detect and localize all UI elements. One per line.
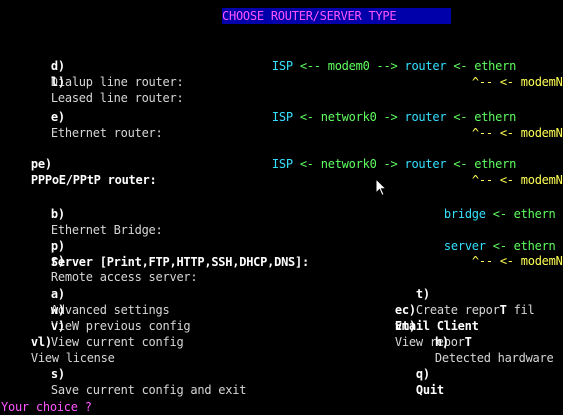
save-key: s) <box>50 367 65 381</box>
remote-tail: <- modemN <box>499 254 563 268</box>
ethernet-link: <- network0 -> <box>299 110 398 124</box>
menu-quit[interactable]: q) Quit <box>388 350 444 397</box>
bridge-tail: <- ethern <box>492 207 556 221</box>
ethernet-diagram-modem: ^-- <- modemN <box>444 109 563 140</box>
pppoe-diagram: ISP <- network0 -> router <- ethern <box>244 140 516 171</box>
pppoe-isp: ISP <box>271 157 293 171</box>
ethernet-router: router <box>404 110 447 124</box>
option-pppoe-router[interactable]: pe) PPPoE/PPtP router: <box>3 140 157 187</box>
pppoe-tail2: <- modemN <box>499 173 563 187</box>
quit-label: Quit <box>415 383 444 397</box>
leased-diagram: ^-- <- modemN <box>444 58 563 89</box>
option-ethernet-router[interactable]: e) Ethernet router: <box>23 93 163 140</box>
dialup-link: <-- modem0 --> <box>299 59 398 73</box>
quit-key: q) <box>415 367 430 381</box>
ethernet-diagram: ISP <- network0 -> router <- ethern <box>244 93 516 124</box>
option-leased-key: l) <box>50 75 65 89</box>
hardware-label: Detected hardware <box>434 351 554 365</box>
pppoe-router: router <box>404 157 447 171</box>
pppoe-caret: ^-- <box>471 173 493 187</box>
choice-prompt[interactable]: Your choice ? <box>1 399 92 415</box>
option-dialup-label: Dialup line router: <box>50 75 184 89</box>
dialup-isp: ISP <box>271 59 293 73</box>
bridge-diagram: bridge <- ethern <box>416 190 556 221</box>
option-remote-access[interactable]: r) Remote access server: <box>23 237 198 284</box>
option-remote-key: r) <box>50 254 65 268</box>
dialup-router: router <box>404 59 447 73</box>
option-server[interactable]: p) Server [Print,FTP,HTTP,SSH,DHCP,DNS]: <box>23 222 309 269</box>
leased-caret: ^-- <box>471 75 493 89</box>
pppoe-link: <- network0 -> <box>299 157 398 171</box>
menu-detected-hardware[interactable]: h) Detected hardware <box>407 318 554 365</box>
server-diagram: server <- ethern <box>416 222 556 253</box>
ethernet-caret: ^-- <box>471 126 493 140</box>
view-cur-label: View current config <box>50 335 184 349</box>
menu-view-report[interactable]: vt) View reporT <box>367 302 472 349</box>
option-ethernet-key: e) <box>50 110 65 124</box>
menu-create-report[interactable]: t) Create reporT fil <box>388 270 535 317</box>
menu-email-client[interactable]: ec) Email Client <box>367 286 479 333</box>
option-ethernet-bridge[interactable]: b) Ethernet Bridge: <box>23 190 163 237</box>
remote-diagram: ^-- <- modemN <box>444 237 563 268</box>
menu-view-previous[interactable]: w) VieW previous config <box>23 286 191 333</box>
save-label: Save current config and exit <box>50 383 247 397</box>
screen-title: CHOOSE ROUTER/SERVER TYPE <box>222 8 451 24</box>
option-server-label: Server [Print,FTP,HTTP,SSH,DHCP,DNS]: <box>50 255 309 269</box>
menu-view-current[interactable]: v) View current config <box>23 302 184 349</box>
option-dialup-router[interactable]: d) Dialup line router: <box>23 42 184 89</box>
option-pppoe-key: pe) <box>30 157 52 171</box>
bridge-node: bridge <box>443 207 486 221</box>
ethernet-isp: ISP <box>271 110 293 124</box>
pppoe-diagram-modem: ^-- <- modemN <box>444 156 563 187</box>
license-key: vl) <box>30 335 52 349</box>
menu-save-exit[interactable]: s) Save current config and exit <box>23 350 247 397</box>
ethernet-tail2: <- modemN <box>499 126 563 140</box>
terminal-screen: CHOOSE ROUTER/SERVER TYPE d) Dialup line… <box>0 0 563 415</box>
hardware-key: h) <box>434 335 449 349</box>
dialup-diagram: ISP <-- modem0 --> router <- ethern <box>244 42 516 73</box>
option-leased-router[interactable]: l) Leased line router: <box>23 58 184 105</box>
option-ethernet-label: Ethernet router: <box>50 126 163 140</box>
mouse-cursor-icon <box>375 178 388 197</box>
leased-tail: <- modemN <box>499 75 563 89</box>
option-bridge-key: b) <box>50 207 65 221</box>
menu-advanced-settings[interactable]: a) Advanced settings <box>23 270 170 317</box>
option-pppoe-label: PPPoE/PPtP router: <box>30 173 157 187</box>
menu-view-license[interactable]: vl) View license <box>3 318 115 365</box>
remote-caret: ^-- <box>471 254 493 268</box>
